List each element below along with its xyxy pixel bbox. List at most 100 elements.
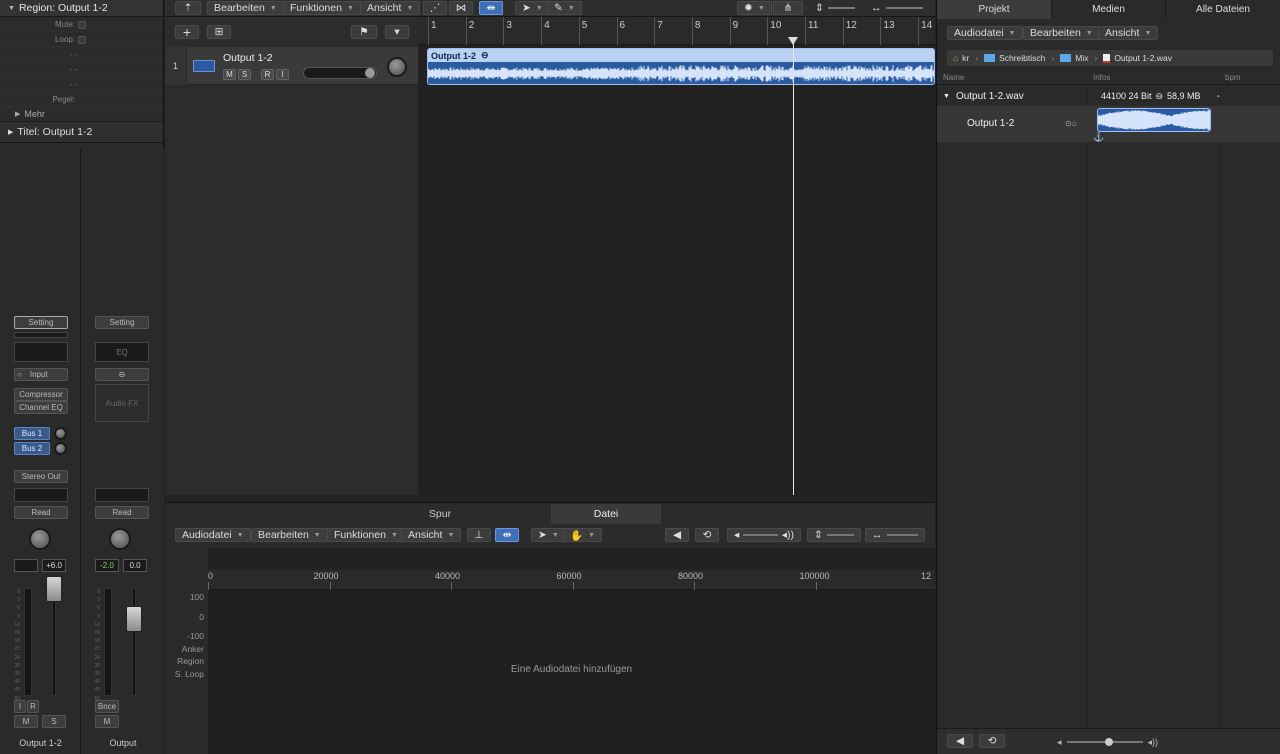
send-level-knob[interactable] [54, 427, 67, 440]
volume-fader-track[interactable] [132, 588, 136, 696]
editor-vertical-zoom[interactable]: ⇕ [807, 528, 861, 542]
path-item-home[interactable]: kr [962, 53, 969, 63]
audio-region[interactable]: Output 1-2 ⊖ [427, 48, 935, 85]
up-arrow-button[interactable]: ⇡ [175, 1, 201, 15]
sample-ruler[interactable]: 0 20000 40000 60000 80000 100000 12 [208, 570, 938, 590]
mute-button[interactable]: M [95, 715, 119, 728]
editor-view-menu[interactable]: Ansicht ▼ [401, 528, 462, 542]
editor-horizontal-zoom[interactable]: ↔ [865, 528, 925, 542]
volume-fader[interactable] [46, 576, 62, 602]
column-info[interactable]: Infos [1093, 73, 1110, 82]
collapse-button[interactable]: ▾ [385, 25, 409, 39]
editor-snap-button[interactable]: ⊥ [467, 528, 491, 542]
automation-button[interactable]: ⋰ [423, 1, 447, 15]
track-volume-slider[interactable] [303, 67, 377, 79]
disclosure-triangle-icon[interactable]: ▼ [943, 93, 950, 100]
functions-menu[interactable]: Funktionen ▼ [283, 1, 361, 15]
group-slot[interactable] [95, 488, 149, 502]
volume-fader[interactable] [126, 606, 142, 632]
waveform-zoom-button[interactable]: ⋔ [773, 1, 803, 15]
browser-volume-slider[interactable]: ◂ ◂)) [1057, 735, 1167, 749]
tab-track[interactable]: Spur [385, 504, 495, 524]
region-inspector-header[interactable]: ▼ Region: Output 1-2 [0, 0, 163, 17]
record-enable-button[interactable]: R [27, 700, 39, 713]
volume-display[interactable]: 0.0 [123, 559, 147, 572]
editor-audiofile-menu[interactable]: Audiodatei ▼ [175, 528, 251, 542]
channel-name[interactable]: Output [82, 738, 164, 748]
track-pan-knob[interactable] [387, 57, 407, 77]
column-name[interactable]: Name [943, 73, 964, 82]
eq-display[interactable] [14, 342, 68, 362]
path-item-mix[interactable]: Mix [1075, 53, 1088, 63]
send-level-knob[interactable] [54, 442, 67, 455]
automation-mode[interactable]: Read [14, 506, 68, 519]
group-slot[interactable] [14, 488, 68, 502]
tab-file[interactable]: Datei [551, 504, 661, 524]
editor-speaker-button[interactable]: ◀ [665, 528, 689, 542]
region-thumbnail[interactable] [1097, 108, 1211, 132]
input-monitor-button[interactable]: I [14, 700, 26, 713]
file-row[interactable]: ▼ Output 1-2.wav 44100 24 Bit ⊖ 58,9 MB … [937, 86, 1280, 106]
path-item-file[interactable]: Output 1-2.wav [1114, 53, 1172, 63]
tab-media[interactable]: Medien [1052, 0, 1166, 19]
catch-button[interactable]: ⇹ [479, 1, 503, 15]
horizontal-zoom-slider[interactable]: ↔ [865, 1, 929, 15]
eq-display[interactable]: EQ [95, 342, 149, 362]
stereo-link-button[interactable]: ⊖ [95, 368, 149, 381]
view-menu[interactable]: Ansicht ▼ [360, 1, 421, 15]
bar-ruler[interactable]: 1 2 3 4 5 6 7 8 9 10 11 12 13 14 [418, 17, 935, 45]
edit-menu[interactable]: Bearbeiten ▼ [207, 1, 284, 15]
editor-functions-menu[interactable]: Funktionen ▼ [327, 528, 405, 542]
setting-button[interactable]: Setting [14, 316, 68, 329]
solo-button[interactable]: S [42, 715, 66, 728]
region-row[interactable]: Output 1-2 ⊙⌂ ⚓ [937, 106, 1280, 142]
playhead[interactable] [793, 37, 794, 495]
pan-knob[interactable] [109, 528, 131, 550]
editor-loop-button[interactable]: ⟲ [695, 528, 719, 542]
audio-fx-slot[interactable]: Audio FX [95, 384, 149, 422]
path-item-desktop[interactable]: Schreibtisch [999, 53, 1045, 63]
track-record-button[interactable]: R [261, 69, 274, 80]
browser-preview-button[interactable]: ◀ [947, 734, 973, 748]
editor-edit-menu[interactable]: Bearbeiten ▼ [251, 528, 328, 542]
pan-knob[interactable] [29, 528, 51, 550]
track-inspector-header[interactable]: ▶ Titel: Output 1-2 [0, 121, 163, 143]
param-value[interactable]: - - [70, 50, 78, 59]
pencil-tool-menu[interactable]: ✎ ▼ [547, 1, 582, 15]
browser-loop-button[interactable]: ⟲ [979, 734, 1005, 748]
output-slot[interactable]: Stereo Out [14, 470, 68, 483]
send-slot[interactable]: Bus 2 [14, 442, 50, 455]
editor-volume-slider[interactable]: ◂ ◂)) [727, 528, 801, 542]
browser-audiofile-menu[interactable]: Audiodatei ▼ [947, 26, 1023, 40]
plugin-slot[interactable]: Compressor [14, 388, 68, 401]
editor-pointer-tool[interactable]: ➤ ▼ [531, 528, 566, 542]
browser-view-menu[interactable]: Ansicht ▼ [1098, 26, 1159, 40]
disclosure-triangle-icon[interactable]: ▼ [8, 5, 15, 12]
track-input-monitor-button[interactable]: I [276, 69, 289, 80]
flex-button[interactable]: ⋈ [449, 1, 473, 15]
send-slot[interactable]: Bus 1 [14, 427, 50, 440]
track-mute-button[interactable]: M [223, 69, 236, 80]
track-solo-button[interactable]: S [238, 69, 251, 80]
vertical-zoom-slider[interactable]: ⇕ [809, 1, 861, 15]
param-value[interactable]: - - [70, 65, 78, 74]
bounce-button[interactable]: Bnce [95, 700, 119, 713]
settings-menu[interactable]: ✹ ▼ [737, 1, 772, 15]
editor-catch-button[interactable]: ⇹ [495, 528, 519, 542]
pointer-tool-menu[interactable]: ➤ ▼ [515, 1, 550, 15]
playhead-marker[interactable] [788, 37, 798, 45]
track-row[interactable]: 1 Output 1-2 M S R I [165, 47, 418, 85]
input-button[interactable]: ○ Input [14, 368, 68, 381]
automation-mode[interactable]: Read [95, 506, 149, 519]
more-disclosure[interactable]: ▶ Mehr [0, 107, 163, 121]
setting-button[interactable]: Setting [95, 316, 149, 329]
channel-name[interactable]: Output 1-2 [0, 738, 81, 748]
mute-checkbox[interactable] [78, 21, 86, 29]
region-flag-button[interactable]: ⚑ [351, 25, 377, 39]
tracks-area[interactable]: 1 2 3 4 5 6 7 8 9 10 11 12 13 14 Output 1-2 ⊖ [418, 17, 935, 495]
mute-button[interactable]: M [14, 715, 38, 728]
add-track-button[interactable]: + [175, 24, 199, 40]
add-folder-button[interactable]: ⊞ [207, 25, 231, 39]
editor-hand-tool[interactable]: ✋ ▼ [563, 528, 603, 542]
tab-all-files[interactable]: Alle Dateien [1166, 0, 1280, 19]
